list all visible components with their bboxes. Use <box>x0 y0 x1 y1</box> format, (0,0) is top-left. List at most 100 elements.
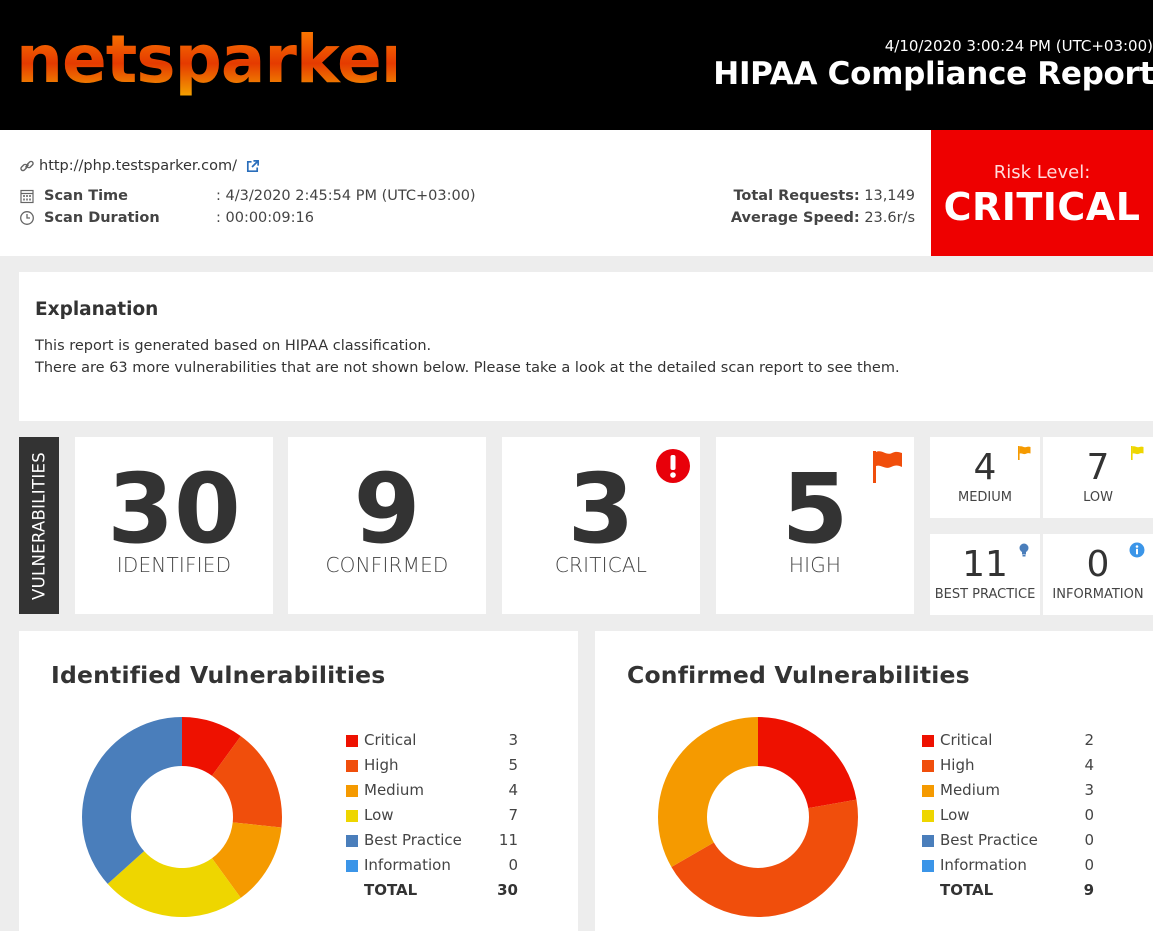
average-speed-value: 23.6r/s <box>864 210 915 226</box>
legend-item-high: High 5 <box>346 756 518 781</box>
legend-value: 0 <box>508 856 518 874</box>
legend-label: Low <box>364 806 394 824</box>
legend-value: 4 <box>1084 756 1094 774</box>
medium-box: 4 MEDIUM <box>930 437 1040 518</box>
legend-swatch <box>922 735 934 747</box>
scan-info-panel: http://php.testsparker.com/ Scan Time : … <box>0 130 931 256</box>
explanation-line-1: This report is generated based on HIPAA … <box>35 338 432 354</box>
confirmed-chart-title: Confirmed Vulnerabilities <box>627 661 970 689</box>
link-icon <box>20 160 34 172</box>
legend-swatch <box>346 835 358 847</box>
legend-total-label: TOTAL <box>364 881 418 899</box>
low-label: LOW <box>1083 490 1113 505</box>
confirmed-box: 9 CONFIRMED <box>288 437 486 614</box>
external-link-icon[interactable] <box>245 159 260 174</box>
legend-swatch <box>346 760 358 772</box>
legend-value: 3 <box>508 731 518 749</box>
legend-label: High <box>364 756 399 774</box>
legend-label: High <box>940 756 975 774</box>
high-box: 5 HIGH <box>716 437 914 614</box>
legend-value: 3 <box>1084 781 1094 799</box>
legend-total-value: 9 <box>1083 881 1094 899</box>
slice-critical <box>758 717 857 809</box>
identified-chart-legend: Critical 3 High 5 Medium 4 Low 7 Best Practice 11… <box>346 731 518 906</box>
slice-best-practice <box>82 717 182 884</box>
high-label: HIGH <box>788 553 842 577</box>
legend-item-best-practice: Best Practice 0 <box>922 831 1094 856</box>
legend-swatch <box>922 760 934 772</box>
legend-total: TOTAL 9 <box>922 881 1094 906</box>
legend-value: 4 <box>508 781 518 799</box>
identified-count: 30 <box>107 453 241 565</box>
legend-value: 0 <box>1084 806 1094 824</box>
information-label: INFORMATION <box>1052 587 1144 602</box>
target-url[interactable]: http://php.testsparker.com/ <box>39 158 237 174</box>
critical-label: CRITICAL <box>554 553 648 577</box>
legend-total-value: 30 <box>497 881 518 899</box>
calendar-icon <box>20 189 34 204</box>
legend-swatch <box>346 785 358 797</box>
legend-label: Medium <box>364 781 424 799</box>
legend-swatch <box>922 860 934 872</box>
medium-label: MEDIUM <box>957 490 1012 505</box>
average-speed: Average Speed: 23.6r/s <box>731 210 915 226</box>
vulnerabilities-tab: VULNERABILITIES <box>19 437 59 614</box>
identified-box: 30 IDENTIFIED <box>75 437 273 614</box>
critical-count: 3 <box>567 453 635 565</box>
legend-swatch <box>922 810 934 822</box>
scan-duration-value: : 00:00:09:16 <box>216 210 314 226</box>
explanation-heading: Explanation <box>35 299 159 320</box>
legend-item-best-practice: Best Practice 11 <box>346 831 518 856</box>
total-requests: Total Requests: 13,149 <box>733 188 915 204</box>
legend-swatch <box>346 735 358 747</box>
average-speed-label: Average Speed: <box>730 210 860 226</box>
information-box: 0 INFORMATION <box>1043 534 1153 615</box>
target-url-row: http://php.testsparker.com/ <box>19 158 260 174</box>
slice-medium <box>658 717 758 867</box>
legend-value: 7 <box>508 806 518 824</box>
legend-value: 0 <box>1084 831 1094 849</box>
scan-duration-label: Scan Duration <box>44 210 160 226</box>
identified-chart-title: Identified Vulnerabilities <box>51 661 386 689</box>
risk-level-label: Risk Level: <box>993 162 1091 183</box>
confirmed-vulnerabilities-card: Confirmed Vulnerabilities Critical 2 High 4… <box>595 631 1153 931</box>
risk-level-panel: Risk Level: CRITICAL <box>931 130 1153 256</box>
scan-time-row: Scan Time : 4/3/2020 2:45:54 PM (UTC+03:… <box>19 188 476 204</box>
legend-value: 5 <box>508 756 518 774</box>
low-count: 7 <box>1086 447 1110 488</box>
legend-item-information: Information 0 <box>346 856 518 881</box>
risk-level-value: CRITICAL <box>943 185 1141 229</box>
confirmed-chart-legend: Critical 2 High 4 Medium 3 Low 0 Best Practice 0 I… <box>922 731 1094 906</box>
legend-label: Best Practice <box>940 831 1038 849</box>
netsparker-logo: netsparker <box>16 26 396 98</box>
legend-value: 2 <box>1084 731 1094 749</box>
legend-item-low: Low 7 <box>346 806 518 831</box>
legend-swatch <box>346 810 358 822</box>
low-box: 7 LOW <box>1043 437 1153 518</box>
explanation-line-2: There are 63 more vulnerabilities that a… <box>35 360 900 376</box>
best-practice-box: 11 BEST PRACTICE <box>930 534 1040 615</box>
legend-swatch <box>922 785 934 797</box>
scan-time-value: : 4/3/2020 2:45:54 PM (UTC+03:00) <box>216 188 476 204</box>
scan-time-label: Scan Time <box>44 188 128 204</box>
vulnerabilities-tab-label: VULNERABILITIES <box>29 451 49 600</box>
information-count: 0 <box>1086 544 1110 585</box>
legend-label: Medium <box>940 781 1000 799</box>
legend-label: Critical <box>364 731 417 749</box>
legend-label: Critical <box>940 731 993 749</box>
critical-box: 3 CRITICAL <box>502 437 700 614</box>
legend-value: 0 <box>1084 856 1094 874</box>
confirmed-count: 9 <box>353 453 421 565</box>
scan-duration-row: Scan Duration : 00:00:09:16 <box>19 210 314 226</box>
legend-item-information: Information 0 <box>922 856 1094 881</box>
clock-icon <box>20 211 34 225</box>
report-header: netsparker 4/10/2020 3:00:24 PM (UTC+03:… <box>0 0 1153 130</box>
legend-item-critical: Critical 3 <box>346 731 518 756</box>
identified-donut-chart <box>82 717 282 917</box>
report-date: 4/10/2020 3:00:24 PM (UTC+03:00) <box>884 37 1153 55</box>
legend-item-medium: Medium 3 <box>922 781 1094 806</box>
best-practice-label: BEST PRACTICE <box>934 587 1036 602</box>
legend-total-label: TOTAL <box>940 881 994 899</box>
logo-text: netsparker <box>16 26 396 98</box>
explanation-panel: Explanation This report is generated bas… <box>19 272 1153 421</box>
